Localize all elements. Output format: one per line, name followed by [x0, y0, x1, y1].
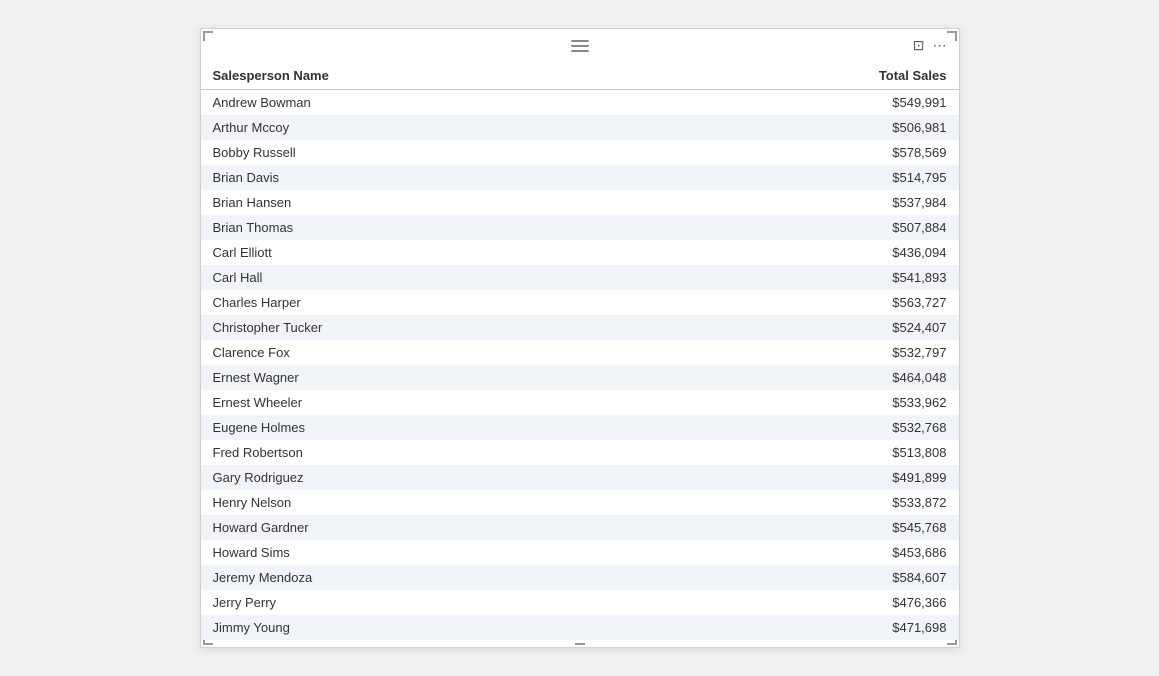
more-options-icon[interactable]: ⋯ — [933, 37, 947, 54]
cell-name: Carl Elliott — [201, 240, 651, 265]
table-row: Clarence Fox$532,797 — [201, 340, 959, 365]
cell-sales: $549,991 — [650, 90, 958, 116]
hamburger-line-2 — [571, 45, 589, 47]
cell-name: Eugene Holmes — [201, 415, 651, 440]
cell-name: Charles Harper — [201, 290, 651, 315]
hamburger-menu[interactable] — [571, 40, 589, 52]
cell-sales: $533,872 — [650, 490, 958, 515]
widget-top-bar: ⊡ ⋯ — [201, 29, 959, 62]
table-row: Brian Davis$514,795 — [201, 165, 959, 190]
cell-name: Henry Nelson — [201, 490, 651, 515]
cell-sales: $532,768 — [650, 415, 958, 440]
col-header-name: Salesperson Name — [201, 62, 651, 90]
table-row: Carl Elliott$436,094 — [201, 240, 959, 265]
table-row: Charles Harper$563,727 — [201, 290, 959, 315]
table-row: Jeremy Mendoza$584,607 — [201, 565, 959, 590]
cell-name: Brian Hansen — [201, 190, 651, 215]
table-row: Gary Rodriguez$491,899 — [201, 465, 959, 490]
cell-name: Jimmy Young — [201, 615, 651, 640]
cell-name: Jerry Perry — [201, 590, 651, 615]
table-row: Arthur Mccoy$506,981 — [201, 115, 959, 140]
table-row: Fred Robertson$513,808 — [201, 440, 959, 465]
cell-name: Howard Sims — [201, 540, 651, 565]
widget-top-bar-right: ⊡ ⋯ — [913, 37, 947, 54]
table-row: Ernest Wheeler$533,962 — [201, 390, 959, 415]
cell-sales: $476,366 — [650, 590, 958, 615]
cell-name: Arthur Mccoy — [201, 115, 651, 140]
cell-sales: $578,569 — [650, 140, 958, 165]
table-wrapper[interactable]: Salesperson Name Total Sales Andrew Bowm… — [201, 62, 959, 640]
cell-name: Jeremy Mendoza — [201, 565, 651, 590]
sales-table: Salesperson Name Total Sales Andrew Bowm… — [201, 62, 959, 640]
table-row: Christopher Tucker$524,407 — [201, 315, 959, 340]
col-header-sales: Total Sales — [650, 62, 958, 90]
cell-name: Fred Robertson — [201, 440, 651, 465]
cell-name: Brian Davis — [201, 165, 651, 190]
cell-sales: $506,981 — [650, 115, 958, 140]
cell-sales: $464,048 — [650, 365, 958, 390]
table-row: Howard Gardner$545,768 — [201, 515, 959, 540]
table-row: Brian Hansen$537,984 — [201, 190, 959, 215]
table-row: Eugene Holmes$532,768 — [201, 415, 959, 440]
cell-name: Clarence Fox — [201, 340, 651, 365]
table-row: Andrew Bowman$549,991 — [201, 90, 959, 116]
cell-sales: $453,686 — [650, 540, 958, 565]
table-row: Jerry Perry$476,366 — [201, 590, 959, 615]
table-row: Bobby Russell$578,569 — [201, 140, 959, 165]
cell-name: Ernest Wheeler — [201, 390, 651, 415]
table-row: Jimmy Young$471,698 — [201, 615, 959, 640]
table-row: Brian Thomas$507,884 — [201, 215, 959, 240]
cell-sales: $532,797 — [650, 340, 958, 365]
table-body: Andrew Bowman$549,991Arthur Mccoy$506,98… — [201, 90, 959, 641]
cell-name: Gary Rodriguez — [201, 465, 651, 490]
table-header-row: Salesperson Name Total Sales — [201, 62, 959, 90]
table-row: Ernest Wagner$464,048 — [201, 365, 959, 390]
cell-name: Carl Hall — [201, 265, 651, 290]
cell-sales: $537,984 — [650, 190, 958, 215]
focus-icon[interactable]: ⊡ — [913, 37, 925, 54]
cell-sales: $471,698 — [650, 615, 958, 640]
cell-sales: $524,407 — [650, 315, 958, 340]
hamburger-line-3 — [571, 50, 589, 52]
cell-sales: $545,768 — [650, 515, 958, 540]
cell-name: Bobby Russell — [201, 140, 651, 165]
table-row: Henry Nelson$533,872 — [201, 490, 959, 515]
cell-sales: $584,607 — [650, 565, 958, 590]
table-row: Howard Sims$453,686 — [201, 540, 959, 565]
cell-sales: $513,808 — [650, 440, 958, 465]
cell-sales: $541,893 — [650, 265, 958, 290]
cell-sales: $533,962 — [650, 390, 958, 415]
cell-name: Howard Gardner — [201, 515, 651, 540]
widget-container: ⊡ ⋯ Salesperson Name Total Sales Andrew … — [200, 28, 960, 648]
cell-name: Brian Thomas — [201, 215, 651, 240]
table-row: Carl Hall$541,893 — [201, 265, 959, 290]
cell-name: Andrew Bowman — [201, 90, 651, 116]
cell-name: Ernest Wagner — [201, 365, 651, 390]
cell-sales: $436,094 — [650, 240, 958, 265]
cell-sales: $507,884 — [650, 215, 958, 240]
cell-sales: $563,727 — [650, 290, 958, 315]
hamburger-line-1 — [571, 40, 589, 42]
cell-sales: $514,795 — [650, 165, 958, 190]
cell-sales: $491,899 — [650, 465, 958, 490]
cell-name: Christopher Tucker — [201, 315, 651, 340]
